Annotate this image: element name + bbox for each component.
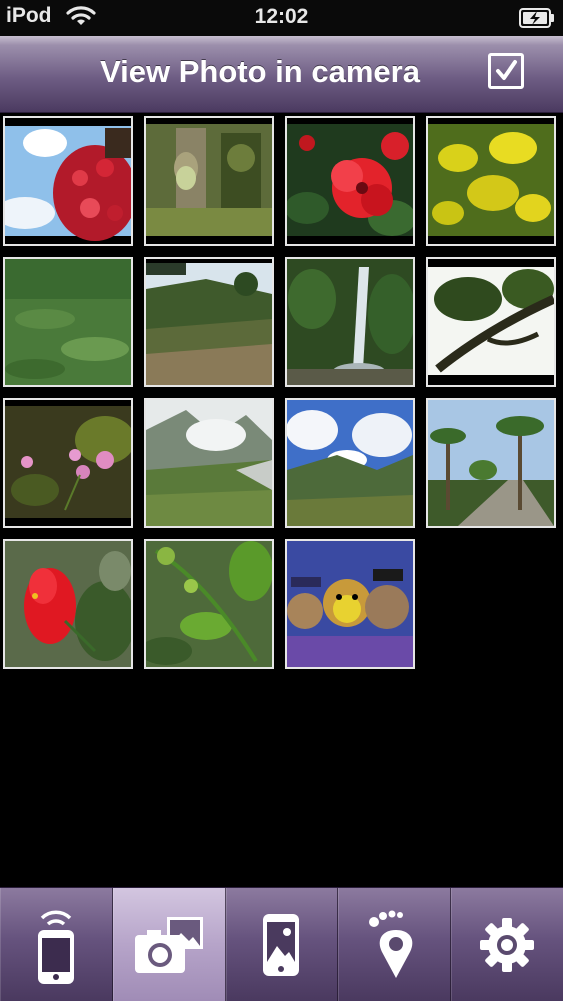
photo-thumbnail[interactable] [426, 398, 556, 528]
photo-thumbnail[interactable] [144, 257, 274, 387]
photo-thumbnail[interactable] [426, 257, 556, 387]
tab-camera-photos[interactable] [112, 888, 226, 1001]
status-time: 12:02 [254, 5, 309, 28]
photo-image [5, 400, 131, 526]
photo-thumbnail[interactable] [144, 116, 274, 246]
photo-image [146, 541, 272, 667]
photo-thumbnail[interactable] [285, 257, 415, 387]
photo-thumbnail[interactable] [144, 539, 274, 669]
photo-thumbnail[interactable] [285, 539, 415, 669]
phone-picture-icon [263, 913, 300, 976]
photo-image [287, 118, 413, 244]
photo-image [428, 400, 554, 526]
tab-settings[interactable] [451, 888, 563, 1001]
photo-image [428, 259, 554, 385]
status-bar: iPod 12:02 [0, 0, 563, 36]
camera-photos-icon [134, 916, 203, 973]
photo-thumbnail[interactable] [3, 539, 133, 669]
photo-image [287, 541, 413, 667]
nav-bar: View Photo in camera [0, 36, 563, 113]
photo-thumbnail[interactable] [3, 398, 133, 528]
photo-image [5, 541, 131, 667]
photo-thumbnail[interactable] [3, 257, 133, 387]
tab-remote[interactable] [0, 888, 113, 1001]
photo-thumbnail[interactable] [285, 116, 415, 246]
photo-image [146, 118, 272, 244]
footprint-pin-icon [369, 910, 413, 978]
photo-thumbnail[interactable] [285, 398, 415, 528]
photo-thumbnail[interactable] [3, 116, 133, 246]
photo-image [146, 400, 272, 526]
tab-location[interactable] [338, 888, 452, 1001]
phone-wireless-icon [37, 910, 74, 984]
photo-image [5, 259, 131, 385]
gear-icon [480, 917, 535, 972]
page-title: View Photo in camera [100, 54, 420, 89]
photo-thumbnail[interactable] [144, 398, 274, 528]
tab-bar [0, 887, 563, 1001]
photo-image [146, 259, 272, 385]
battery-charging-icon [519, 8, 554, 28]
photo-image [5, 118, 131, 244]
photo-image [287, 400, 413, 526]
photo-thumbnail[interactable] [426, 116, 556, 246]
photo-image [287, 259, 413, 385]
checkmark-icon [496, 60, 517, 80]
photo-image [428, 118, 554, 244]
select-all-checkbox[interactable] [488, 53, 524, 89]
tab-phone-photos[interactable] [226, 888, 339, 1001]
